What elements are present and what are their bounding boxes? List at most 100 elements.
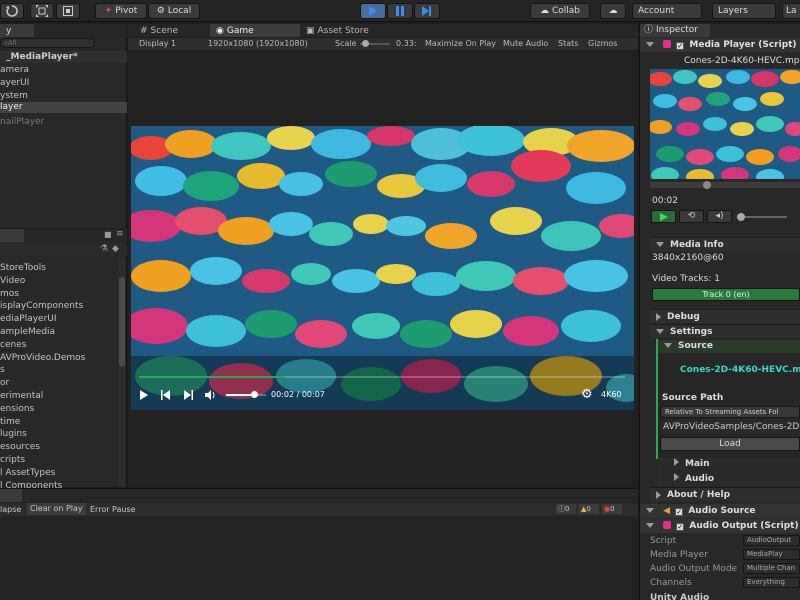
mute-audio-toggle[interactable]: Mute Audio — [503, 39, 548, 48]
preview-thumbnail[interactable] — [650, 69, 800, 179]
source-path-mode-dropdown[interactable]: Relative To Streaming Assets Fol — [660, 406, 800, 418]
preview-play-button[interactable] — [651, 210, 676, 223]
video-progress-track[interactable] — [139, 376, 625, 378]
script-field[interactable]: AudioOutput — [743, 535, 800, 546]
debug-section[interactable]: Debug — [650, 309, 800, 323]
display-dropdown[interactable]: Display 1 — [139, 39, 176, 48]
media-player-component-header[interactable]: ✓ Media Player (Script) — [640, 38, 800, 52]
main-section[interactable]: Main — [658, 458, 800, 471]
hierarchy-item[interactable]: ystem — [0, 91, 28, 102]
pivot-toggle[interactable]: ✦ Pivot — [95, 3, 147, 19]
hierarchy-item-selected[interactable]: layer — [0, 102, 127, 113]
project-folder-item[interactable]: lugins — [0, 429, 27, 440]
audio-section[interactable]: Audio — [658, 473, 800, 486]
layout-dropdown[interactable]: La — [782, 3, 800, 19]
hierarchy-item[interactable]: amera — [0, 65, 29, 76]
project-folder-item[interactable]: cripts — [0, 455, 25, 466]
load-button[interactable]: Load — [660, 437, 800, 451]
output-mode-dropdown[interactable]: Multiple Chan — [743, 563, 800, 574]
clear-on-play-toggle[interactable]: Clear on Play — [27, 503, 86, 515]
hierarchy-search-input[interactable]: ⌕All — [0, 38, 95, 48]
channels-dropdown[interactable]: Everything — [743, 577, 800, 588]
audio-output-component-header[interactable]: ✓ Audio Output (Script) — [640, 519, 800, 533]
project-folder-item[interactable]: mos — [0, 289, 19, 300]
warning-count[interactable]: ▲0 — [579, 504, 599, 514]
error-pause-toggle[interactable]: Error Pause — [90, 505, 136, 514]
inspector-tab[interactable]: ⓘ Inspector — [640, 24, 710, 37]
enabled-checkbox[interactable]: ✓ — [675, 508, 684, 516]
enabled-checkbox[interactable]: ✓ — [676, 42, 685, 50]
step-button[interactable] — [414, 3, 440, 19]
video-play-icon[interactable] — [139, 390, 149, 400]
local-toggle[interactable]: ⚙ Local — [148, 3, 200, 19]
hierarchy-tab[interactable]: y — [0, 24, 34, 37]
collapse-toggle[interactable]: lapse — [0, 505, 21, 514]
tab-asset-store[interactable]: ▣ Asset Store — [300, 24, 390, 37]
preview-seek-bar[interactable] — [650, 181, 800, 189]
error-count[interactable]: ⓘ0 — [556, 504, 576, 514]
tag-icon[interactable]: ◆ — [112, 244, 119, 254]
log-count[interactable]: ●0 — [602, 504, 622, 514]
preview-volume-thumb[interactable] — [737, 213, 745, 221]
pause-button[interactable] — [387, 3, 413, 19]
enabled-checkbox[interactable]: ✓ — [676, 523, 685, 531]
gizmos-dropdown[interactable]: Gizmos — [588, 39, 617, 48]
scale-tool-button[interactable] — [30, 3, 54, 19]
hierarchy-item[interactable]: nailPlayer — [0, 117, 44, 128]
preview-audio-button[interactable]: ◂) — [707, 210, 732, 223]
project-tab[interactable] — [0, 229, 24, 242]
project-folder-item[interactable]: or — [0, 378, 9, 389]
rewind-icon[interactable] — [161, 390, 171, 400]
project-folder-item[interactable]: esources — [0, 442, 40, 453]
account-dropdown[interactable]: Account — [632, 3, 702, 19]
scale-slider-thumb[interactable] — [362, 40, 369, 47]
settings-section[interactable]: Settings — [650, 324, 800, 338]
project-folder-item[interactable]: ediaPlayerUI — [0, 314, 57, 325]
scene-header[interactable]: _MediaPlayer* — [0, 51, 127, 63]
volume-slider[interactable] — [226, 391, 266, 398]
preview-loop-button[interactable]: ⟲ — [679, 210, 704, 223]
preview-seek-thumb[interactable] — [703, 181, 711, 189]
about-help-section[interactable]: About / Help — [650, 487, 800, 501]
scrollbar-thumb[interactable] — [119, 277, 125, 367]
project-folder-item[interactable]: time — [0, 417, 20, 428]
scale-slider[interactable] — [360, 40, 390, 47]
project-folder-item[interactable]: ensions — [0, 404, 34, 415]
source-path-input[interactable]: AVProVideoSamples/Cones-2D — [660, 421, 800, 434]
project-folder-item[interactable]: isplayComponents — [0, 301, 83, 312]
project-folder-item[interactable]: l AssetTypes — [0, 468, 55, 479]
project-scrollbar[interactable] — [118, 257, 126, 487]
preview-volume-slider[interactable] — [737, 213, 787, 221]
rotate-tool-button[interactable] — [0, 3, 24, 19]
play-button[interactable] — [360, 3, 386, 19]
unity-audio-section[interactable]: Unity Audio — [650, 593, 709, 600]
tab-game[interactable]: ◉ Game — [210, 24, 300, 37]
volume-slider-thumb[interactable] — [251, 391, 258, 398]
video-frame[interactable]: 00:02 / 00:07 ⚙ 4K60 — [131, 126, 634, 410]
hierarchy-item[interactable]: ayerUI — [0, 78, 29, 89]
volume-icon[interactable] — [205, 390, 216, 400]
project-folder-item[interactable]: cenes — [0, 340, 26, 351]
project-folder-item[interactable]: AVProVideo.Demos — [0, 353, 85, 364]
resolution-dropdown[interactable]: 1920x1080 (1920x1080) — [208, 39, 308, 48]
forward-icon[interactable] — [183, 390, 193, 400]
audio-source-component-header[interactable]: ◀ ✓ Audio Source — [640, 504, 800, 518]
project-folder-item[interactable]: Video — [0, 276, 25, 287]
lock-icon[interactable]: ■ — [104, 230, 112, 239]
stats-toggle[interactable]: Stats — [558, 39, 578, 48]
tab-scene[interactable]: # Scene — [134, 24, 204, 37]
quality-label[interactable]: 4K60 — [601, 390, 622, 399]
media-info-section[interactable]: Media Info — [650, 237, 800, 251]
layers-dropdown[interactable]: Layers — [712, 3, 776, 19]
filter-icon[interactable]: ⚗ — [100, 244, 108, 254]
source-header[interactable]: Source — [658, 340, 800, 353]
media-player-field[interactable]: MediaPlay — [743, 549, 800, 560]
console-tab[interactable] — [0, 489, 22, 502]
project-folder-item[interactable]: erimental — [0, 391, 43, 402]
rect-tool-button[interactable] — [56, 3, 80, 19]
settings-gear-icon[interactable]: ⚙ — [581, 387, 593, 402]
collab-dropdown[interactable]: ☁ Collab — [530, 3, 590, 19]
menu-icon[interactable]: ≡ — [116, 229, 124, 239]
track-button[interactable]: Track 0 (en) — [652, 288, 800, 301]
maximize-on-play-toggle[interactable]: Maximize On Play — [425, 39, 496, 48]
